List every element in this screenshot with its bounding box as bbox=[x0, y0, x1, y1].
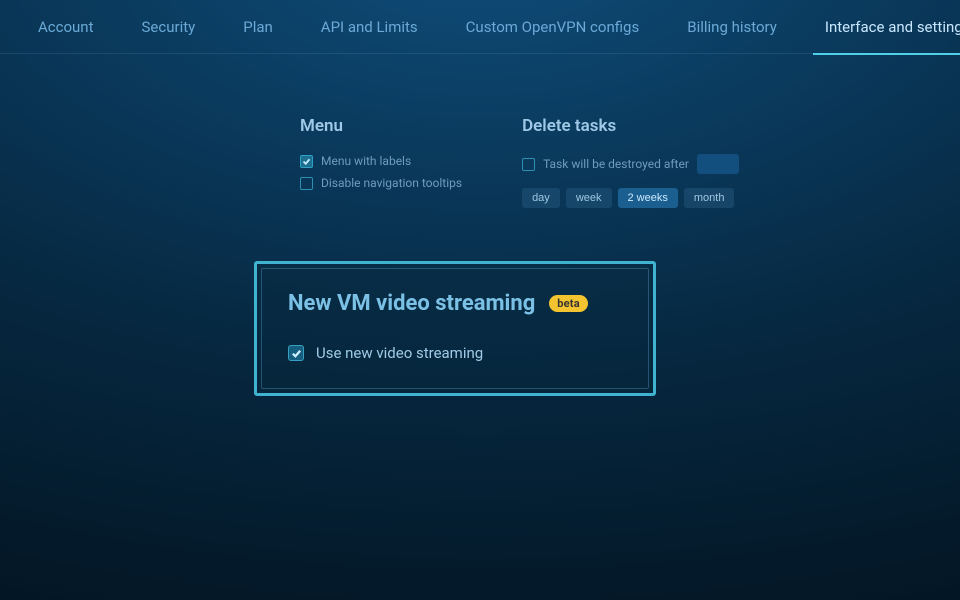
destroy-after-input[interactable] bbox=[697, 154, 739, 174]
beta-badge: beta bbox=[549, 295, 588, 312]
tab-interface-settings[interactable]: Interface and settings bbox=[801, 0, 960, 54]
checkbox-icon bbox=[300, 155, 313, 168]
disable-tooltips-option[interactable]: Disable navigation tooltips bbox=[300, 176, 462, 190]
vm-streaming-panel: New VM video streaming beta Use new vide… bbox=[254, 261, 656, 396]
destroy-after-row: Task will be destroyed after bbox=[522, 154, 739, 174]
destroy-period-pills: day week 2 weeks month bbox=[522, 188, 739, 208]
menu-labels-option[interactable]: Menu with labels bbox=[300, 154, 462, 168]
settings-tabs: Account Security Plan API and Limits Cus… bbox=[0, 0, 960, 54]
checkbox-icon bbox=[300, 177, 313, 190]
pill-2weeks[interactable]: 2 weeks bbox=[618, 188, 678, 208]
checkbox-icon[interactable] bbox=[522, 158, 535, 171]
menu-section: Menu Menu with labels Disable navigation… bbox=[300, 116, 462, 208]
pill-week[interactable]: week bbox=[566, 188, 612, 208]
disable-tooltips-option-label: Disable navigation tooltips bbox=[321, 176, 462, 190]
tab-openvpn[interactable]: Custom OpenVPN configs bbox=[442, 0, 664, 54]
tab-plan[interactable]: Plan bbox=[219, 0, 297, 54]
delete-tasks-section: Delete tasks Task will be destroyed afte… bbox=[522, 116, 739, 208]
tab-account[interactable]: Account bbox=[14, 0, 118, 54]
pill-month[interactable]: month bbox=[684, 188, 735, 208]
use-new-streaming-option[interactable]: Use new video streaming bbox=[288, 344, 622, 362]
destroy-after-label: Task will be destroyed after bbox=[543, 157, 689, 171]
menu-labels-option-label: Menu with labels bbox=[321, 154, 411, 168]
settings-content: Menu Menu with labels Disable navigation… bbox=[0, 54, 960, 208]
tab-security[interactable]: Security bbox=[118, 0, 220, 54]
pill-day[interactable]: day bbox=[522, 188, 560, 208]
menu-section-title: Menu bbox=[300, 116, 462, 136]
tab-api-limits[interactable]: API and Limits bbox=[297, 0, 442, 54]
checkbox-icon bbox=[288, 345, 304, 361]
use-new-streaming-label: Use new video streaming bbox=[316, 344, 483, 362]
tab-billing[interactable]: Billing history bbox=[663, 0, 801, 54]
delete-tasks-title: Delete tasks bbox=[522, 116, 739, 136]
vm-streaming-title: New VM video streaming bbox=[288, 291, 535, 316]
